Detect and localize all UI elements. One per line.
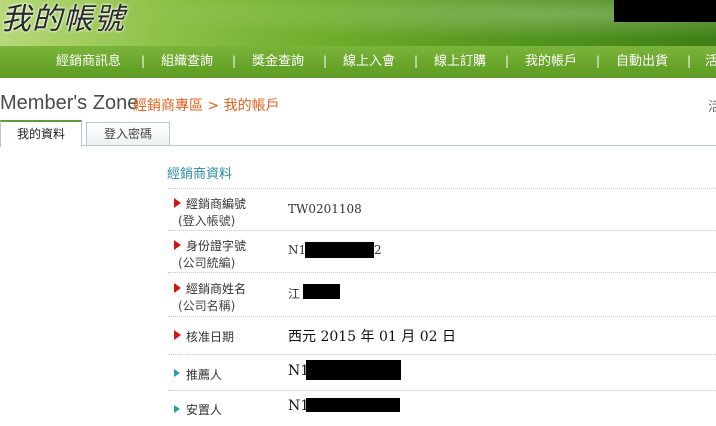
nav-item-bonus-query[interactable]: 獎金查詢 — [252, 46, 304, 78]
redacted-value — [305, 242, 374, 258]
nav-item-more[interactable]: 活 — [705, 46, 716, 78]
nav-item-my-account[interactable]: 我的帳戶 — [525, 46, 577, 78]
row-label: 安置人 — [186, 403, 223, 417]
nav-item-online-order[interactable]: 線上訂購 — [434, 46, 486, 78]
row-sublabel: (公司名稱) — [178, 299, 236, 313]
redacted-header-block — [614, 0, 716, 22]
nav-separator: | — [505, 54, 510, 68]
marker-arrow-icon — [174, 369, 180, 377]
nav-item-online-join[interactable]: 線上入會 — [343, 46, 395, 78]
row-label: 經銷商編號 — [186, 197, 247, 211]
row-sublabel: (登入帳號) — [178, 214, 236, 228]
redacted-value — [306, 398, 400, 412]
tab-my-profile[interactable]: 我的資料 — [0, 120, 82, 147]
marker-arrow-icon — [174, 283, 181, 293]
row-label: 經銷商姓名 — [186, 282, 247, 296]
nav-item-dealer-info[interactable]: 經銷商訊息 — [56, 46, 121, 78]
row-value: 西元 2015 年 01 月 02 日 — [288, 329, 456, 345]
info-row-id-number: 身份證字號 (公司統編) N1 2 — [168, 230, 716, 273]
row-value: TW0201108 — [288, 202, 362, 216]
marker-arrow-icon — [174, 198, 181, 208]
nav-item-org-query[interactable]: 組織查詢 — [161, 46, 213, 78]
marker-arrow-icon — [174, 405, 180, 413]
marker-arrow-icon — [174, 330, 181, 340]
row-label: 推薦人 — [186, 368, 223, 382]
tab-login-password[interactable]: 登入密碼 — [86, 122, 170, 145]
row-value-prefix: 江 — [288, 287, 301, 301]
main-nav: 經銷商訊息 | 組織查詢 | 獎金查詢 | 線上入會 | 線上訂購 | 我的帳戶… — [0, 46, 716, 78]
info-row-sponsor: 推薦人 N1 — [168, 354, 716, 391]
tabs-divider — [0, 145, 716, 146]
info-row-dealer-name: 經銷商姓名 (公司名稱) 江 — [168, 272, 716, 317]
redacted-value — [303, 284, 340, 299]
row-label: 核准日期 — [186, 330, 235, 344]
info-row-dealer-id: 經銷商編號 (登入帳號) TW0201108 — [168, 188, 716, 231]
section-title: 經銷商資料 — [167, 167, 233, 182]
member-zone-title: Member's Zone — [0, 92, 139, 114]
row-label: 身份證字號 — [186, 239, 247, 253]
breadcrumb[interactable]: 經銷商專區 > 我的帳戶 — [133, 95, 280, 115]
page-title: 我的帳號 — [1, 2, 125, 37]
right-edge-text: 活 — [708, 100, 716, 115]
marker-arrow-icon — [174, 240, 181, 250]
row-value-prefix: N1 — [288, 243, 307, 257]
info-row-placement: 安置人 N1 — [168, 390, 716, 426]
row-sublabel: (公司統編) — [178, 256, 236, 270]
row-value-suffix: 2 — [374, 243, 382, 257]
nav-separator: | — [414, 54, 419, 68]
nav-separator: | — [687, 54, 692, 68]
redacted-value — [306, 360, 401, 380]
info-row-approval-date: 核准日期 西元 2015 年 01 月 02 日 — [168, 316, 716, 355]
nav-separator: | — [596, 54, 601, 68]
nav-separator: | — [232, 54, 237, 68]
nav-separator: | — [141, 54, 146, 68]
nav-item-auto-ship[interactable]: 自動出貨 — [616, 46, 668, 78]
nav-separator: | — [323, 54, 328, 68]
